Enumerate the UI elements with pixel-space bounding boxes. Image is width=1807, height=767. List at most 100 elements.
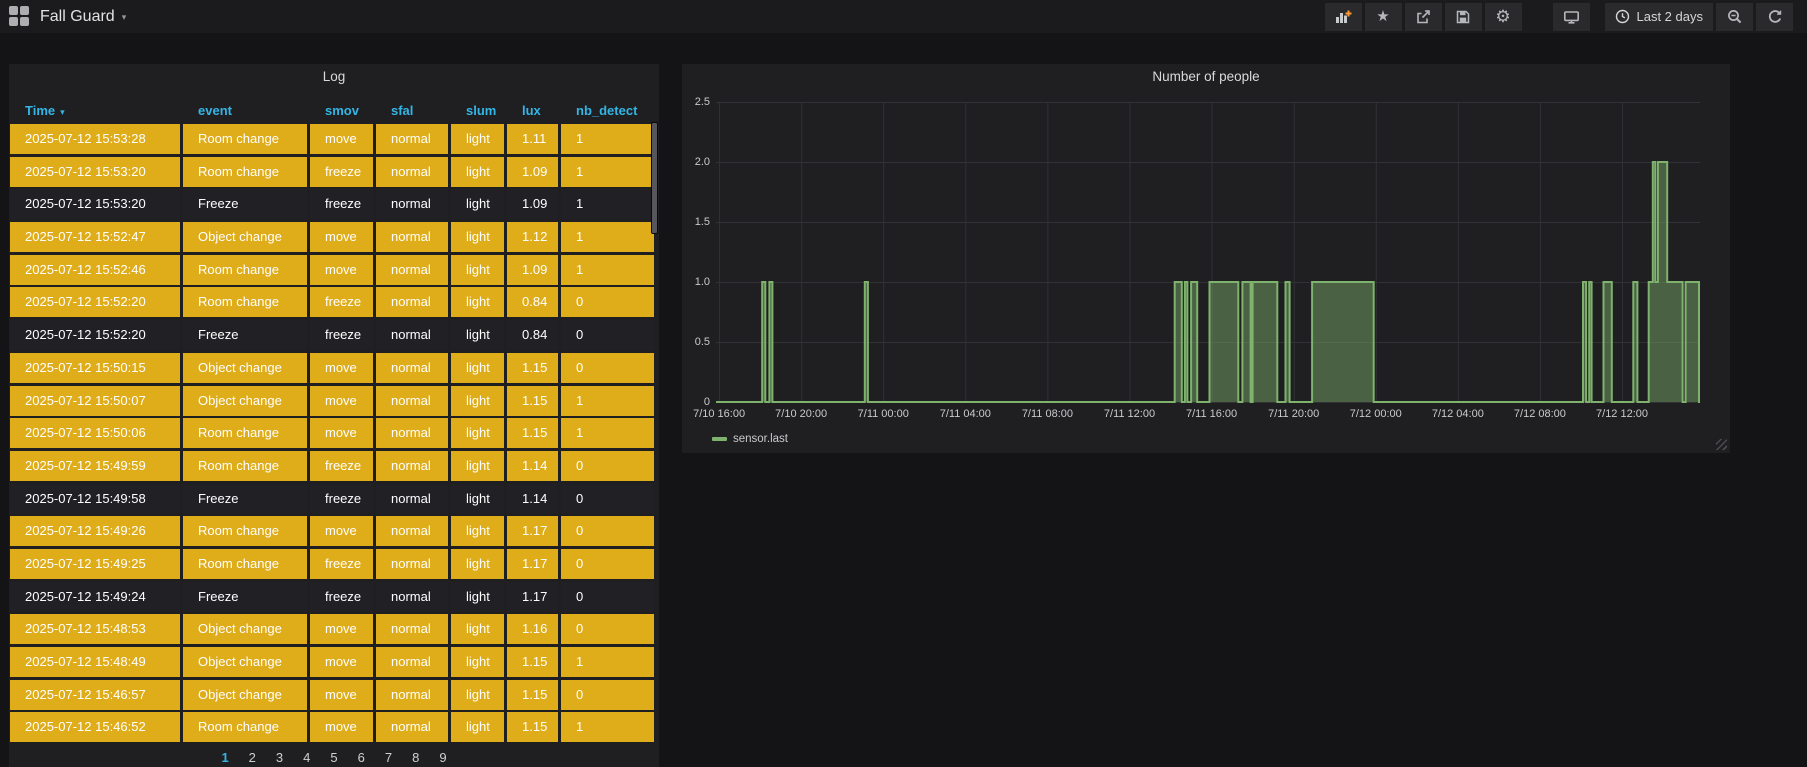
- cell-smov: move: [310, 647, 373, 677]
- table-row: 2025-07-12 15:49:26 Room change move normal…: [10, 516, 658, 547]
- cell-nb_detect: 0: [561, 581, 654, 612]
- page-6[interactable]: 6: [348, 750, 375, 765]
- cell-event: Room change: [183, 156, 307, 187]
- dashboard-title-picker[interactable]: Fall Guard ▾: [40, 8, 126, 26]
- table-row: 2025-07-12 15:50:06 Room change move normal…: [10, 418, 658, 449]
- zoom-out-button[interactable]: [1716, 2, 1753, 31]
- table-row: 2025-07-12 15:46:52 Room change move normal…: [10, 712, 658, 743]
- y-tick-label: 2.5: [694, 96, 710, 108]
- cell-smov: move: [310, 385, 373, 416]
- cell-smov: freeze: [310, 581, 373, 612]
- page-4[interactable]: 4: [293, 750, 320, 765]
- cell-event: Room change: [183, 548, 307, 579]
- cell-time: 2025-07-12 15:52:20: [10, 320, 180, 351]
- chart-panel-title[interactable]: Number of people: [682, 69, 1730, 84]
- refresh-button[interactable]: [1756, 2, 1793, 31]
- column-header-nb_detect[interactable]: nb_detect: [561, 100, 654, 122]
- chevron-down-icon: ▾: [121, 12, 127, 22]
- page-5[interactable]: 5: [320, 750, 347, 765]
- settings-button[interactable]: ⚙: [1484, 2, 1522, 31]
- page-2[interactable]: 2: [239, 750, 266, 765]
- log-table-header: Time ▾ event smov sfal slum lux nb_detect: [10, 100, 658, 122]
- star-button[interactable]: ★: [1364, 2, 1402, 31]
- gear-icon: ⚙: [1495, 7, 1511, 26]
- page-3[interactable]: 3: [266, 750, 293, 765]
- cell-smov: move: [310, 712, 373, 743]
- table-row: 2025-07-12 15:49:25 Room change freeze norm…: [10, 548, 658, 579]
- add-panel-button[interactable]: [1324, 2, 1362, 31]
- table-row: 2025-07-12 15:49:58 Freeze freeze normal lig…: [10, 483, 658, 514]
- cell-smov: move: [310, 418, 373, 449]
- x-tick-label: 7/12 12:00: [1596, 408, 1649, 420]
- time-range-picker[interactable]: Last 2 days: [1604, 2, 1713, 31]
- legend-swatch: [712, 437, 727, 441]
- x-tick-label: 7/12 08:00: [1513, 408, 1566, 420]
- cell-lux: 1.15: [507, 385, 558, 416]
- share-button[interactable]: [1404, 2, 1442, 31]
- column-header-slum[interactable]: slum: [451, 100, 504, 122]
- column-header-lux[interactable]: lux: [507, 100, 558, 122]
- cell-sfal: normal: [376, 647, 448, 677]
- cell-nb_detect: 0: [561, 483, 654, 514]
- cell-event: Object change: [183, 352, 307, 383]
- cell-lux: 1.12: [507, 222, 558, 253]
- cell-event: Object change: [183, 647, 307, 677]
- page-9[interactable]: 9: [429, 750, 456, 765]
- sort-desc-icon: ▾: [60, 107, 65, 117]
- column-header-sfal[interactable]: sfal: [376, 100, 448, 122]
- star-icon: ★: [1376, 8, 1390, 25]
- legend-item[interactable]: sensor.last: [712, 433, 788, 445]
- cell-lux: 1.09: [507, 254, 558, 285]
- panel-resize-handle[interactable]: [1716, 439, 1727, 450]
- dashboard-grid-icon[interactable]: [9, 6, 30, 27]
- save-icon: [1455, 9, 1471, 25]
- table-row: 2025-07-12 15:48:53 Object change move norm…: [10, 614, 658, 645]
- save-button[interactable]: [1444, 2, 1482, 31]
- table-scrollbar-thumb[interactable]: [651, 122, 658, 234]
- cell-smov: freeze: [310, 320, 373, 351]
- cell-nb_detect: 1: [561, 385, 654, 416]
- cell-time: 2025-07-12 15:46:52: [10, 712, 180, 743]
- cell-lux: 1.15: [507, 352, 558, 383]
- cell-nb_detect: 0: [561, 516, 654, 547]
- cell-nb_detect: 1: [561, 254, 654, 285]
- cycle-view-button[interactable]: [1552, 2, 1590, 31]
- cell-nb_detect: 1: [561, 418, 654, 449]
- cell-sfal: normal: [376, 287, 448, 318]
- cell-slum: light: [451, 156, 504, 187]
- column-header-time[interactable]: Time ▾: [10, 100, 180, 122]
- cell-time: 2025-07-12 15:49:59: [10, 450, 180, 481]
- cell-slum: light: [451, 352, 504, 383]
- cell-nb_detect: 0: [561, 679, 654, 710]
- cell-time: 2025-07-12 15:52:46: [10, 254, 180, 285]
- cell-nb_detect: 1: [561, 124, 654, 154]
- cell-sfal: normal: [376, 254, 448, 285]
- log-panel-title[interactable]: Log: [9, 69, 659, 84]
- cell-slum: light: [451, 287, 504, 318]
- chart-plot-area[interactable]: [716, 102, 1700, 403]
- page-1[interactable]: 1: [211, 750, 238, 765]
- cell-smov: freeze: [310, 287, 373, 318]
- cell-nb_detect: 0: [561, 287, 654, 318]
- cell-sfal: normal: [376, 320, 448, 351]
- cell-time: 2025-07-12 15:53:20: [10, 156, 180, 187]
- column-header-event[interactable]: event: [183, 100, 307, 122]
- cell-sfal: normal: [376, 614, 448, 645]
- column-header-smov[interactable]: smov: [310, 100, 373, 122]
- cell-lux: 1.17: [507, 516, 558, 547]
- cell-time: 2025-07-12 15:49:24: [10, 581, 180, 612]
- page-8[interactable]: 8: [402, 750, 429, 765]
- cell-event: Room change: [183, 418, 307, 449]
- cell-lux: 1.14: [507, 450, 558, 481]
- cell-smov: move: [310, 614, 373, 645]
- x-tick-label: 7/11 20:00: [1268, 408, 1320, 420]
- cell-nb_detect: 1: [561, 156, 654, 187]
- cell-smov: freeze: [310, 156, 373, 187]
- table-row: 2025-07-12 15:52:46 Room change move normal…: [10, 254, 658, 285]
- cell-smov: move: [310, 124, 373, 154]
- clock-icon: [1615, 9, 1630, 24]
- cell-slum: light: [451, 483, 504, 514]
- cell-sfal: normal: [376, 418, 448, 449]
- page-7[interactable]: 7: [375, 750, 402, 765]
- table-row: 2025-07-12 15:46:57 Object change move norm…: [10, 679, 658, 710]
